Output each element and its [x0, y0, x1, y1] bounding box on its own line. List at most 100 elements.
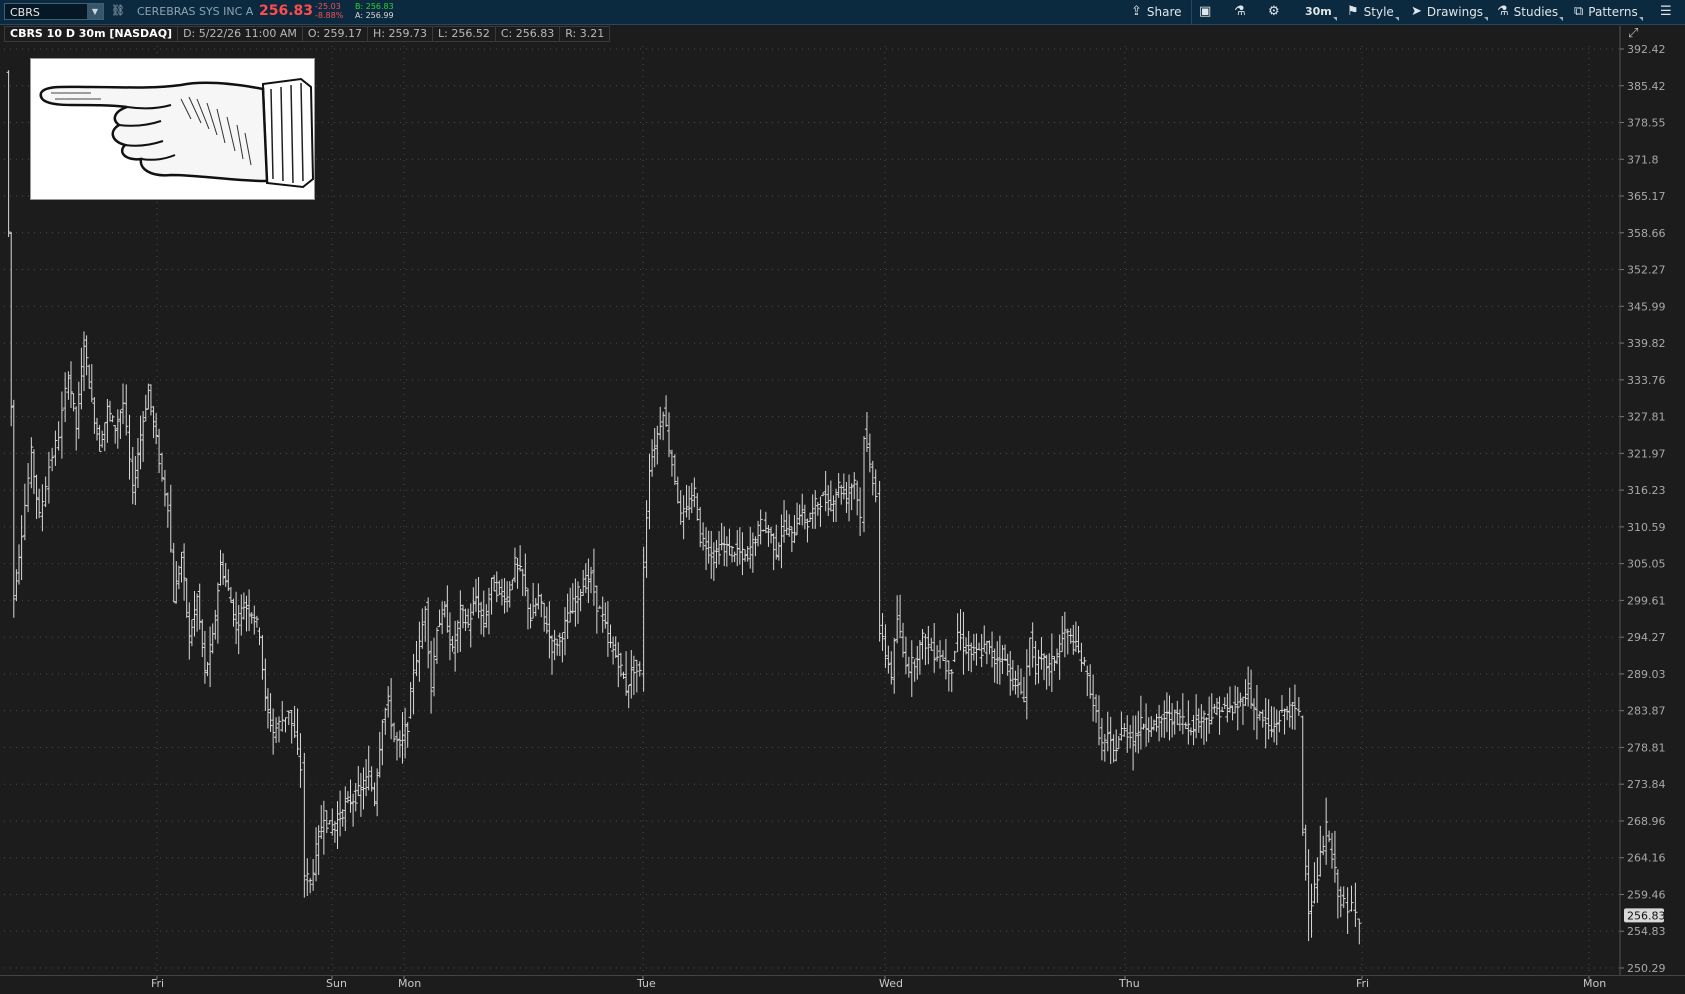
ohlc-bar [247, 589, 252, 632]
ohlc-bar [813, 490, 818, 529]
ohlc-bar [189, 619, 194, 647]
ohlc-bar [792, 515, 797, 544]
ohlc-bar [502, 578, 507, 614]
ohlc-bar [343, 786, 348, 832]
ohlc-bar [687, 485, 692, 520]
ohlc-bar [714, 539, 719, 569]
ohlc-bar [818, 496, 823, 527]
ohlc-bar [221, 553, 226, 585]
ohlc-bar [353, 782, 358, 812]
ohlc-bar [528, 603, 533, 629]
ohlc-bar [143, 394, 148, 422]
y-tick-label: 310.59 [1627, 521, 1666, 534]
ohlc-bar [445, 585, 450, 633]
ohlc-bar [1138, 695, 1143, 750]
ohlc-bar [324, 810, 329, 834]
ohlc-bar [14, 569, 19, 602]
ohlc-bar [784, 510, 789, 535]
ohlc-bar [468, 603, 473, 648]
ohlc-bar [961, 611, 966, 675]
x-tick-label: Fri [1356, 977, 1369, 990]
ohlc-bar [701, 522, 706, 551]
ohlc-bar [447, 612, 452, 661]
ohlc-bar [63, 372, 68, 423]
ohlc-bar [1073, 621, 1078, 653]
time-axis: Fri Sun Mon Tue Wed Thu Fri Mon [151, 975, 1606, 990]
ohlc-bar [127, 414, 132, 480]
ohlc-bar [226, 569, 231, 592]
ohlc-bar [184, 578, 189, 618]
ohlc-bar [573, 578, 578, 627]
ohlc-bar [351, 793, 356, 827]
ohlc-bar [442, 601, 447, 618]
ohlc-bar [338, 790, 343, 837]
y-tick-label: 345.99 [1627, 300, 1666, 313]
ohlc-bar [1191, 714, 1196, 746]
ohlc-bar [583, 563, 588, 594]
y-tick-label: 385.42 [1627, 80, 1666, 93]
ohlc-bar [43, 476, 48, 508]
y-tick-label: 278.81 [1627, 741, 1666, 754]
y-tick-label: 339.82 [1627, 337, 1666, 350]
ohlc-bar [102, 422, 107, 452]
ohlc-bar [466, 608, 471, 629]
ohlc-bar [386, 686, 391, 718]
ohlc-bar [539, 593, 544, 618]
ohlc-bar [1292, 684, 1297, 730]
ohlc-bar [389, 678, 394, 740]
ohlc-bar [397, 730, 402, 758]
ohlc-bar [133, 456, 138, 506]
ohlc-bar [823, 470, 828, 512]
y-tick-label: 264.16 [1627, 852, 1666, 865]
ohlc-bar [603, 602, 608, 629]
ohlc-bar [305, 858, 310, 896]
ohlc-bar [364, 759, 369, 797]
y-tick-label: 378.55 [1627, 117, 1666, 130]
ohlc-bar [1172, 709, 1177, 735]
ohlc-bar [505, 581, 510, 613]
ohlc-bar [655, 425, 660, 465]
ohlc-bar [1257, 710, 1262, 721]
ohlc-bar [613, 636, 618, 658]
ohlc-bar [748, 526, 753, 569]
ohlc-bar [403, 707, 408, 759]
ohlc-bar [1065, 628, 1070, 655]
ohlc-bar [26, 463, 31, 513]
ohlc-bar [481, 590, 486, 637]
ohlc-bar [9, 231, 14, 427]
ohlc-bar [547, 601, 552, 659]
ohlc-bar [1235, 686, 1240, 731]
ohlc-bar [847, 474, 852, 522]
ohlc-bar [440, 601, 445, 635]
ohlc-bar [616, 642, 621, 688]
ohlc-bar [1220, 706, 1225, 713]
y-tick-label: 273.84 [1627, 778, 1666, 791]
ohlc-bar [920, 628, 925, 660]
ohlc-bar [1180, 693, 1185, 735]
ohlc-bar [1252, 698, 1256, 731]
ohlc-bars [6, 70, 1362, 945]
ohlc-bar [1282, 708, 1287, 735]
ohlc-bar [369, 766, 374, 792]
pointing-hand-image [30, 58, 315, 200]
ohlc-bar [1167, 695, 1172, 741]
ohlc-bar [174, 561, 179, 604]
ohlc-bar [479, 601, 484, 635]
ohlc-bar [672, 454, 677, 486]
ohlc-bar [210, 623, 215, 654]
ohlc-bar [455, 620, 460, 653]
ohlc-bar [460, 604, 465, 629]
ohlc-bar [100, 430, 105, 448]
ohlc-bar [22, 483, 27, 541]
ohlc-bar [192, 590, 197, 637]
ohlc-bar [1332, 830, 1337, 883]
ohlc-bar [949, 669, 954, 693]
y-tick-label: 299.61 [1627, 594, 1666, 607]
ohlc-bar [1159, 715, 1164, 738]
ohlc-bar [1274, 709, 1279, 746]
ohlc-bar [34, 474, 39, 520]
ohlc-bar [743, 549, 748, 562]
ohlc-bar [536, 583, 541, 610]
ohlc-bar [992, 648, 997, 683]
y-tick-label: 254.83 [1627, 925, 1666, 938]
